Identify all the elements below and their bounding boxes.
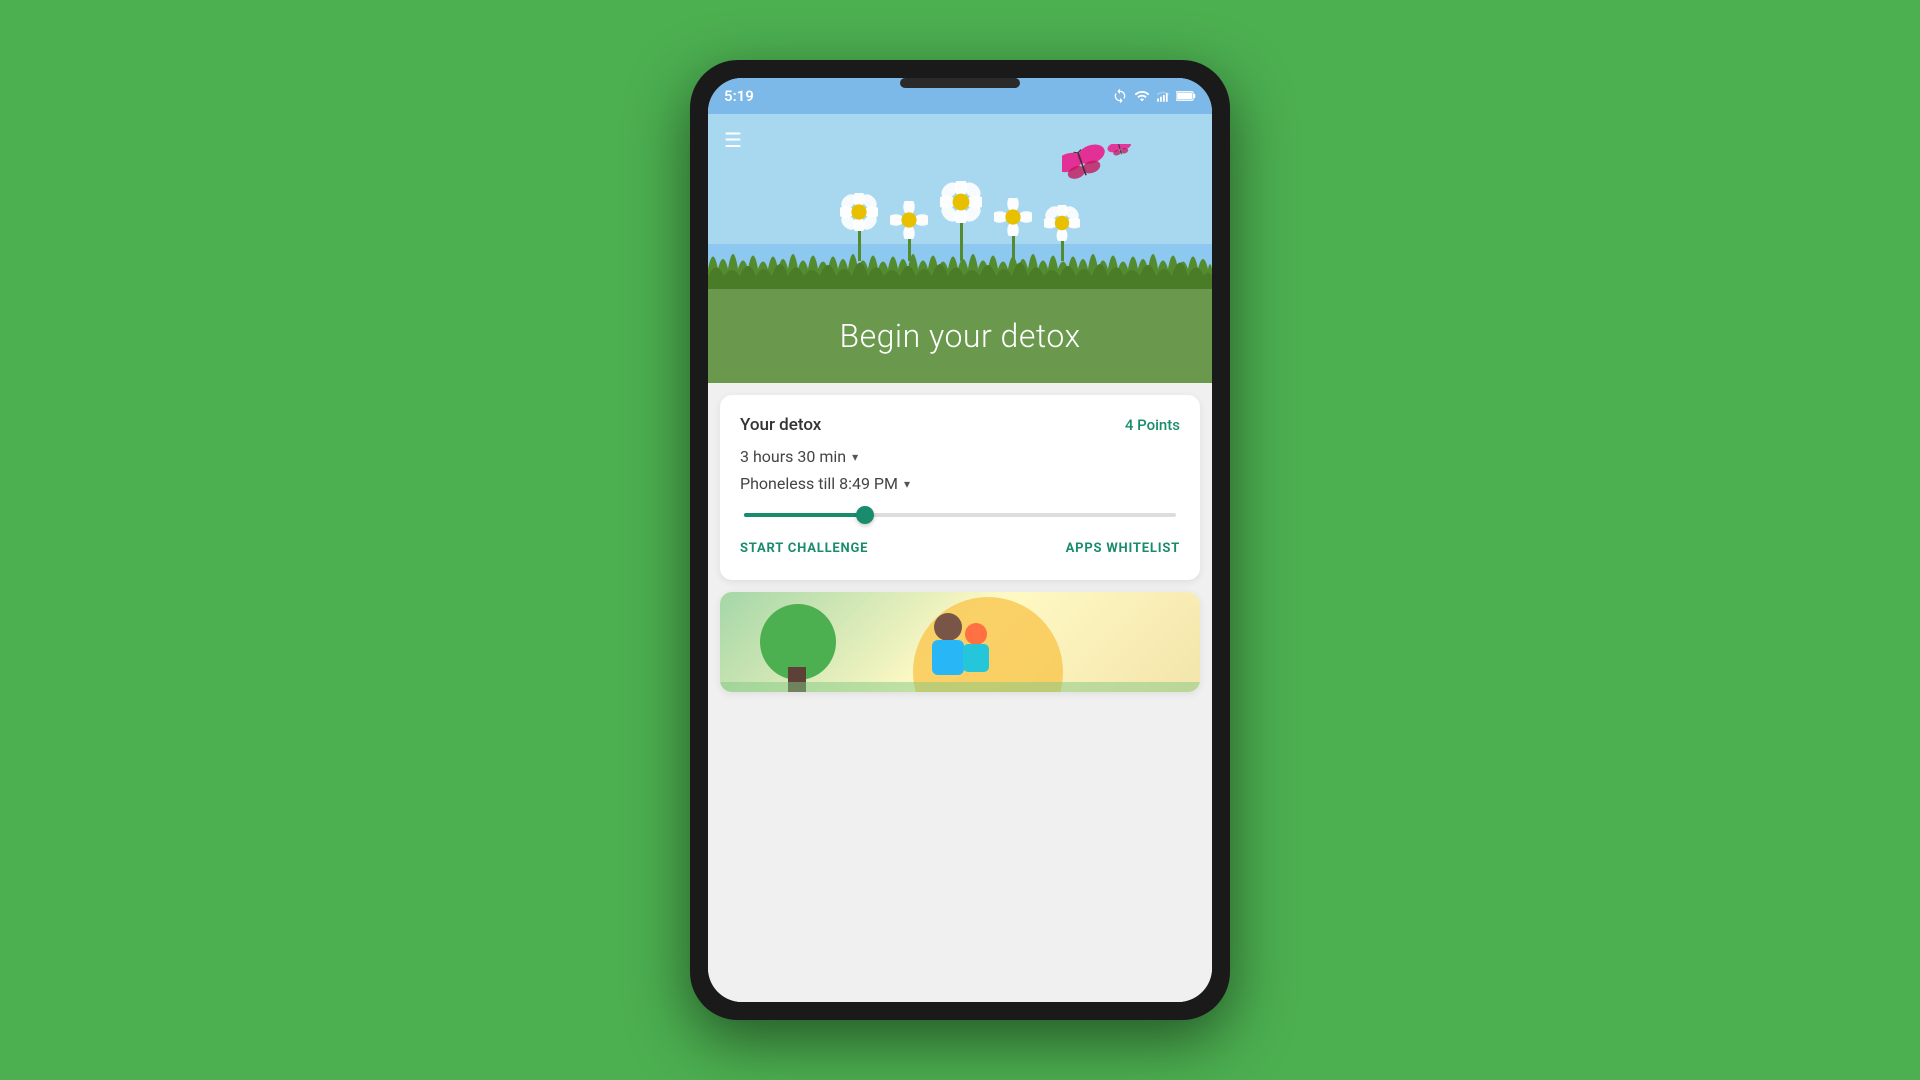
status-time: 5:19 — [724, 87, 754, 105]
phone-notch — [900, 78, 1020, 88]
phoneless-selector[interactable]: Phoneless till 8:49 PM ▾ — [740, 474, 1180, 493]
phoneless-dropdown-icon: ▾ — [904, 477, 910, 491]
duration-slider-container — [740, 513, 1180, 517]
slider-fill — [744, 513, 865, 517]
slider-track[interactable] — [744, 513, 1176, 517]
header-illustration: ☰ — [708, 114, 1212, 289]
slider-thumb[interactable] — [856, 506, 874, 524]
hamburger-menu-icon[interactable]: ☰ — [724, 128, 742, 152]
page-title: Begin your detox — [732, 317, 1188, 355]
grass-container — [708, 234, 1212, 289]
points-label: 4 Points — [1125, 416, 1180, 434]
phone-screen: 5:19 — [708, 78, 1212, 1002]
bottom-card-preview[interactable] — [720, 592, 1200, 692]
title-section: Begin your detox — [708, 289, 1212, 383]
battery-icon — [1176, 89, 1196, 103]
apps-whitelist-button[interactable]: APPS WHITELIST — [1066, 537, 1180, 560]
signal-icon — [1156, 88, 1170, 104]
sync-icon — [1112, 88, 1128, 104]
detox-card: Your detox 4 Points 3 hours 30 min ▾ Pho… — [720, 395, 1200, 580]
duration-text: 3 hours 30 min — [740, 447, 846, 466]
phoneless-text: Phoneless till 8:49 PM — [740, 474, 898, 493]
wifi-icon — [1134, 88, 1150, 104]
card-actions: START CHALLENGE APPS WHITELIST — [740, 537, 1180, 560]
card-title: Your detox — [740, 415, 821, 435]
phone-frame: 5:19 — [690, 60, 1230, 1020]
status-icons — [1112, 88, 1196, 104]
bottom-card-illustration — [720, 592, 1200, 692]
duration-selector[interactable]: 3 hours 30 min ▾ — [740, 447, 1180, 466]
card-header: Your detox 4 Points — [740, 415, 1180, 435]
content-area[interactable]: Your detox 4 Points 3 hours 30 min ▾ Pho… — [708, 383, 1212, 1002]
start-challenge-button[interactable]: START CHALLENGE — [740, 537, 868, 560]
duration-dropdown-icon: ▾ — [852, 450, 858, 464]
